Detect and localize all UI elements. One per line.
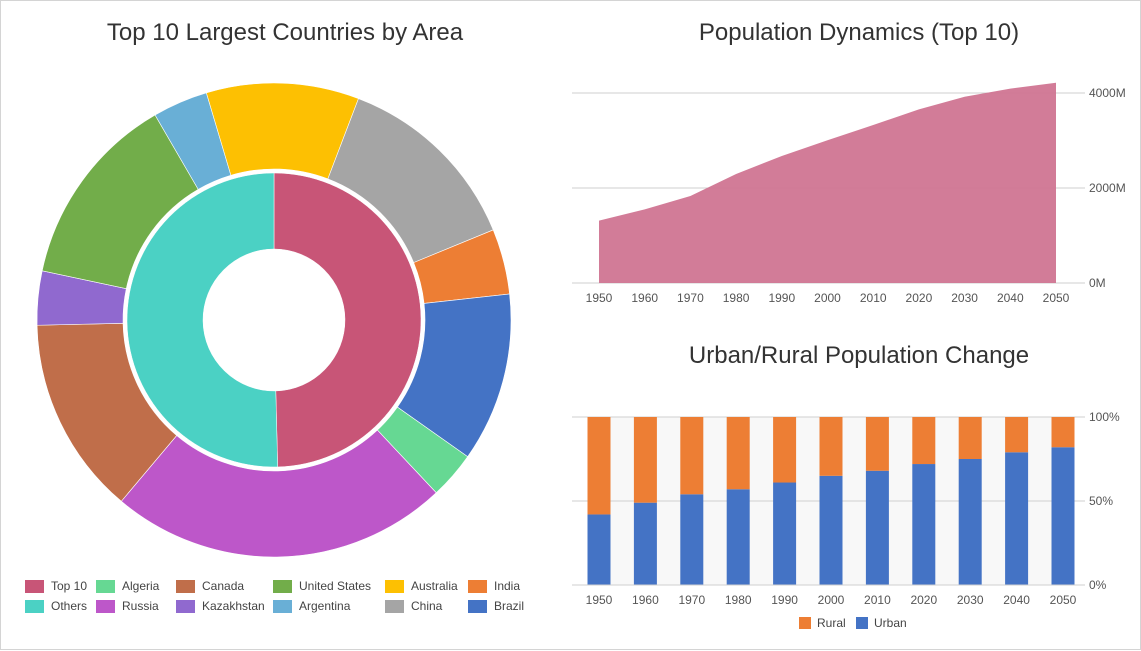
legend-label: Australia [411, 579, 458, 593]
bar-x-tick-label: 1990 [771, 593, 798, 607]
bar-rural-2030[interactable] [958, 417, 982, 459]
bar-x-tick-label: 2020 [910, 593, 937, 607]
legend-swatch [385, 599, 404, 613]
legend-label: Argentina [299, 599, 351, 613]
legend-swatch [468, 579, 487, 593]
legend-label: Urban [874, 616, 907, 630]
bar-rural-2040[interactable] [1005, 417, 1029, 453]
legend-label: Canada [202, 579, 245, 593]
legend-item-russia[interactable]: Russia [96, 599, 159, 613]
bar-rural-1970[interactable] [680, 417, 704, 495]
legend-item-urban[interactable]: Urban [856, 616, 907, 630]
bar-rural-1960[interactable] [633, 417, 657, 503]
legend-swatch [25, 599, 44, 613]
bar-rural-1950[interactable] [587, 417, 611, 515]
legend-item-top-10[interactable]: Top 10 [25, 579, 87, 593]
legend-item-australia[interactable]: Australia [385, 579, 458, 593]
legend-item-united-states[interactable]: United States [273, 579, 371, 593]
bar-urban-2020[interactable] [912, 464, 936, 585]
bar-urban-1970[interactable] [680, 494, 704, 585]
legend-label: China [411, 599, 443, 613]
bar-x-tick-label: 2050 [1050, 593, 1077, 607]
bar-chart: 0% 50% 100% 1950 1960 1970 1980 1990 2000 2010 202… [572, 410, 1120, 607]
bar-x-tick-label: 1960 [632, 593, 659, 607]
bar-urban-2050[interactable] [1051, 447, 1075, 585]
bar-rural-2050[interactable] [1051, 417, 1075, 448]
bar-rural-1990[interactable] [773, 417, 797, 483]
legend-item-kazakhstan[interactable]: Kazakhstan [176, 599, 265, 613]
legend-swatch [25, 579, 44, 593]
legend-swatch [856, 617, 868, 629]
legend-label: Others [51, 599, 88, 613]
bar-legend: Rural Urban [1, 614, 1141, 632]
legend-item-others[interactable]: Others [25, 599, 87, 613]
bar-rural-1980[interactable] [726, 417, 750, 490]
legend-swatch [96, 599, 115, 613]
bar-x-tick-label: 2000 [818, 593, 845, 607]
bar-x-tick-label: 2040 [1003, 593, 1030, 607]
bar-urban-1960[interactable] [633, 502, 657, 585]
bar-x-tick-label: 1980 [725, 593, 752, 607]
legend-label: United States [299, 579, 372, 593]
bar-x-tick-label: 1950 [586, 593, 613, 607]
bar-urban-2040[interactable] [1005, 452, 1029, 585]
legend-swatch [385, 579, 404, 593]
legend-swatch [273, 579, 292, 593]
bar-x-tick-label: 2010 [864, 593, 891, 607]
legend-item-rural[interactable]: Rural [799, 616, 846, 630]
legend-item-argentina[interactable]: Argentina [273, 599, 350, 613]
legend-item-india[interactable]: India [468, 579, 520, 593]
legend-label: Rural [817, 616, 846, 630]
bar-x-tick-label: 2030 [957, 593, 984, 607]
legend-label: Top 10 [51, 579, 88, 593]
bar-urban-2010[interactable] [865, 470, 889, 585]
legend-label: India [494, 579, 521, 593]
legend-item-canada[interactable]: Canada [176, 579, 244, 593]
donut-legend: Top 10 Algeria Canada United States Australi… [25, 579, 545, 619]
bar-urban-2030[interactable] [958, 459, 982, 585]
legend-label: Kazakhstan [202, 599, 265, 613]
bar-y-tick-label: 50% [1089, 494, 1113, 508]
legend-label: Russia [122, 599, 159, 613]
legend-swatch [273, 599, 292, 613]
legend-swatch [176, 579, 195, 593]
dashboard-frame: Top 10 Largest Countries by Area Populat… [0, 0, 1141, 650]
bar-y-tick-label: 100% [1089, 410, 1120, 424]
bar-urban-2000[interactable] [819, 475, 843, 585]
bar-rural-2000[interactable] [819, 417, 843, 476]
bar-urban-1990[interactable] [773, 482, 797, 585]
legend-item-china[interactable]: China [385, 599, 442, 613]
legend-swatch [468, 599, 487, 613]
legend-label: Brazil [494, 599, 525, 613]
bar-rural-2010[interactable] [865, 417, 889, 471]
legend-label: Algeria [122, 579, 160, 593]
bar-rural-2020[interactable] [912, 417, 936, 465]
legend-item-brazil[interactable]: Brazil [468, 599, 524, 613]
bar-urban-1980[interactable] [726, 489, 750, 585]
bar-y-tick-label: 0% [1089, 578, 1107, 592]
bar-x-tick-label: 1970 [678, 593, 705, 607]
bar-urban-1950[interactable] [587, 514, 611, 585]
legend-item-algeria[interactable]: Algeria [96, 579, 159, 593]
legend-swatch [96, 579, 115, 593]
legend-swatch [799, 617, 811, 629]
legend-swatch [176, 599, 195, 613]
